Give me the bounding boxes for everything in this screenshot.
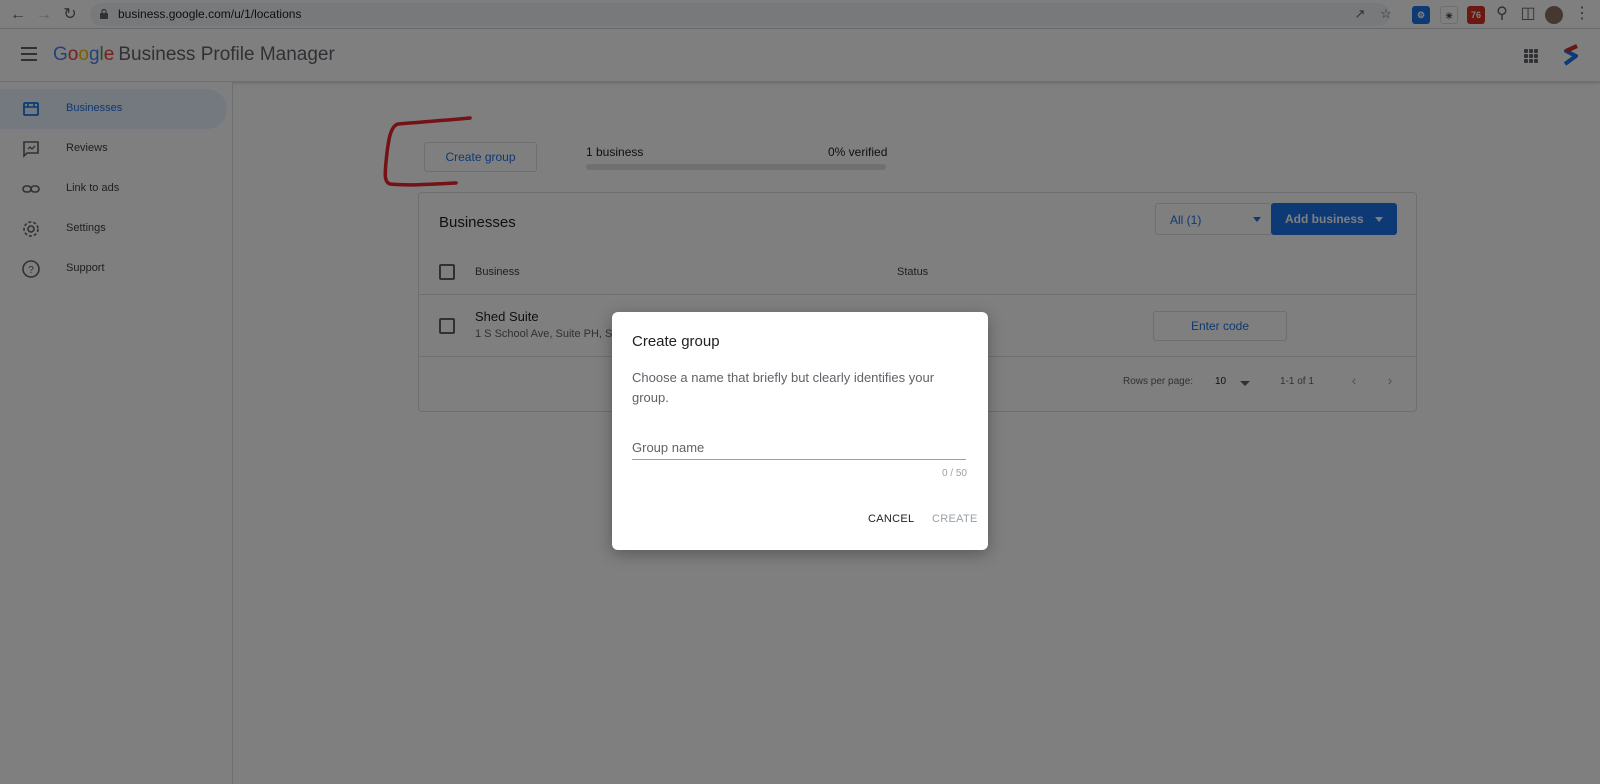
dialog-description: Choose a name that briefly but clearly i… (632, 370, 935, 405)
character-counter: 0 / 50 (941, 468, 967, 479)
create-group-dialog: Create group Choose a name that briefly … (612, 312, 988, 550)
group-name-input[interactable] (632, 436, 966, 460)
cancel-button[interactable]: CANCEL (868, 513, 914, 525)
dialog-title: Create group (632, 333, 720, 350)
create-button[interactable]: CREATE (932, 513, 978, 525)
